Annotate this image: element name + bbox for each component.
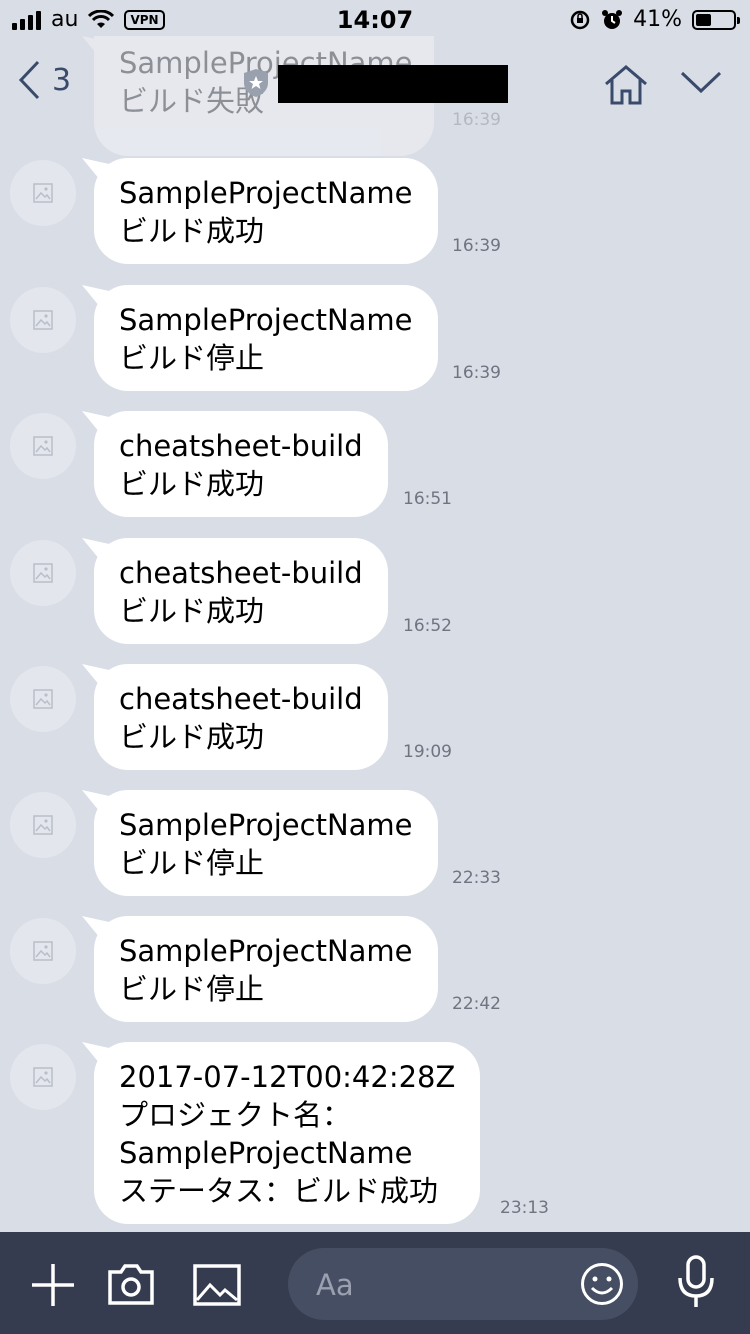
rotation-lock-icon <box>570 10 590 29</box>
avatar[interactable] <box>10 1044 76 1110</box>
message-input-bar <box>0 1232 750 1334</box>
avatar[interactable] <box>10 540 76 606</box>
message-line: SampleProjectName <box>119 1136 413 1170</box>
chat-header: 3 <box>0 40 750 140</box>
image-placeholder-icon <box>33 310 53 330</box>
avatar[interactable] <box>10 918 76 984</box>
message-bubble[interactable]: SampleProjectName ビルド停止 <box>94 916 438 1022</box>
plus-icon[interactable] <box>30 1262 76 1308</box>
image-placeholder-icon <box>33 563 53 583</box>
message-time: 16:51 <box>403 489 452 509</box>
message-line: ビルド成功 <box>119 594 265 628</box>
message-line: ビルド停止 <box>119 972 265 1006</box>
message-bubble[interactable]: cheatsheet-build ビルド成功 <box>94 411 388 517</box>
avatar[interactable] <box>10 413 76 479</box>
message-line: SampleProjectName <box>119 808 413 842</box>
emoji-icon[interactable] <box>580 1262 624 1306</box>
message-line: SampleProjectName <box>119 934 413 968</box>
message-line: ビルド成功 <box>119 214 265 248</box>
message-line: cheatsheet-build <box>119 556 363 590</box>
message-line: プロジェクト名： <box>119 1098 352 1132</box>
battery-fill <box>696 13 711 26</box>
message-line: ステータス：ビルド成功 <box>119 1174 439 1208</box>
message-time: 22:33 <box>452 868 501 888</box>
message-bubble[interactable]: SampleProjectName ビルド成功 <box>94 158 438 264</box>
image-placeholder-icon <box>33 941 53 961</box>
microphone-icon[interactable] <box>676 1254 716 1310</box>
message-line: ビルド停止 <box>119 341 265 375</box>
avatar[interactable] <box>10 792 76 858</box>
status-bar: au VPN 14:07 41% <box>0 0 750 40</box>
message-time: 16:52 <box>403 616 452 636</box>
message-bubble[interactable]: SampleProjectName ビルド停止 <box>94 285 438 391</box>
image-placeholder-icon <box>33 183 53 203</box>
message-field[interactable] <box>288 1248 638 1320</box>
message-line: SampleProjectName <box>119 303 413 337</box>
message-time: 16:39 <box>452 363 501 383</box>
message-time: 16:39 <box>452 236 501 256</box>
message-time: 22:42 <box>452 994 501 1014</box>
message-line: SampleProjectName <box>119 176 413 210</box>
chevron-down-icon[interactable] <box>680 70 722 94</box>
message-line: 2017-07-12T00:42:28Z <box>119 1060 456 1094</box>
home-icon[interactable] <box>603 64 649 106</box>
message-input[interactable] <box>314 1264 558 1306</box>
message-line: ビルド成功 <box>119 720 265 754</box>
alarm-icon <box>602 9 623 29</box>
camera-icon[interactable] <box>107 1262 155 1306</box>
redacted-chat-title <box>278 65 508 103</box>
status-right: 41% <box>569 7 740 32</box>
image-placeholder-icon <box>33 1067 53 1087</box>
message-line: ビルド成功 <box>119 467 265 501</box>
message-time: 23:13 <box>500 1198 549 1218</box>
image-icon[interactable] <box>193 1264 241 1306</box>
message-bubble[interactable]: cheatsheet-build ビルド成功 <box>94 538 388 644</box>
image-placeholder-icon <box>33 689 53 709</box>
official-badge-icon <box>244 69 268 97</box>
image-placeholder-icon <box>33 436 53 456</box>
image-placeholder-icon <box>33 815 53 835</box>
message-time: 19:09 <box>403 742 452 762</box>
avatar[interactable] <box>10 666 76 732</box>
battery-percent: 41% <box>633 7 682 32</box>
message-bubble[interactable]: SampleProjectName ビルド停止 <box>94 790 438 896</box>
back-button[interactable]: 3 <box>18 60 71 100</box>
avatar[interactable] <box>10 160 76 226</box>
message-bubble[interactable]: cheatsheet-build ビルド成功 <box>94 664 388 770</box>
message-line: ビルド停止 <box>119 846 265 880</box>
chevron-left-icon <box>18 60 40 100</box>
avatar[interactable] <box>10 287 76 353</box>
message-line: cheatsheet-build <box>119 429 363 463</box>
unread-count: 3 <box>52 62 72 98</box>
battery-icon <box>692 9 740 30</box>
message-line: cheatsheet-build <box>119 682 363 716</box>
message-bubble[interactable]: 2017-07-12T00:42:28Z プロジェクト名： SampleProj… <box>94 1042 481 1224</box>
